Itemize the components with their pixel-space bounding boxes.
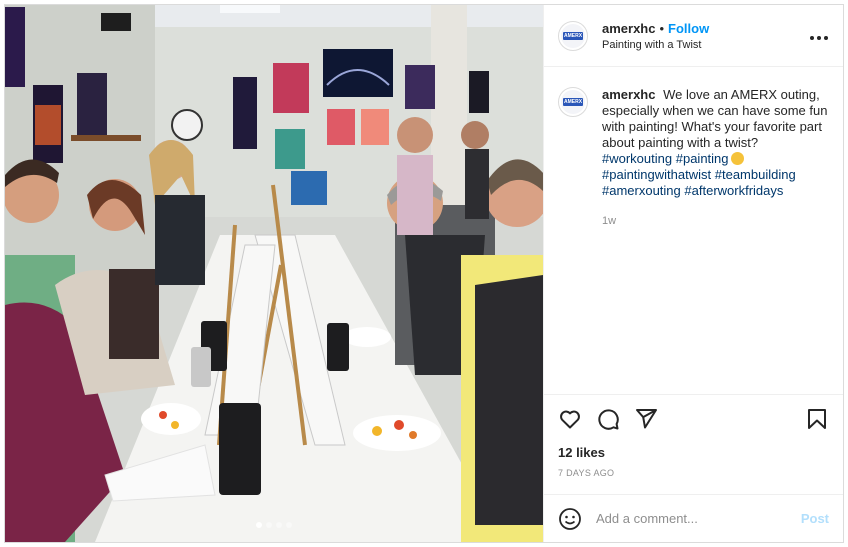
hashtag-link[interactable]: #workouting: [602, 151, 672, 166]
action-bar: [558, 403, 829, 435]
painting-class-photo: [5, 5, 543, 542]
avatar-logo-text: AMERX: [562, 98, 584, 106]
hashtag-link[interactable]: #teambuilding: [715, 167, 796, 182]
smiley-emoji: [730, 152, 744, 165]
smiley-icon[interactable]: [558, 507, 582, 531]
likes-count[interactable]: 12 likes: [558, 445, 829, 460]
caption-time-ago[interactable]: 1w: [602, 213, 829, 229]
post-header: AMERX amerxhc • Follow Painting with a T…: [544, 5, 843, 67]
hashtag-link[interactable]: #amerxouting: [602, 183, 681, 198]
hashtag-link[interactable]: #afterworkfridays: [684, 183, 783, 198]
actions-section: 12 likes 7 DAYS AGO: [544, 394, 843, 494]
separator-dot: •: [659, 20, 665, 36]
instagram-post: AMERX amerxhc • Follow Painting with a T…: [4, 4, 844, 543]
bookmark-icon[interactable]: [805, 407, 829, 431]
avatar[interactable]: AMERX: [558, 87, 588, 117]
comments-area: AMERX amerxhc We love an AMERX outing, e…: [544, 67, 843, 394]
carousel-dot[interactable]: [266, 522, 272, 528]
hashtag-link[interactable]: #paintingwithatwist: [602, 167, 711, 182]
post-details-panel: AMERX amerxhc • Follow Painting with a T…: [543, 5, 843, 542]
more-options-icon[interactable]: [809, 25, 829, 46]
username-link[interactable]: amerxhc: [602, 21, 655, 36]
carousel-indicator: [5, 522, 543, 528]
post-caption: amerxhc We love an AMERX outing, especia…: [602, 87, 829, 394]
comment-input[interactable]: [596, 511, 801, 526]
avatar[interactable]: AMERX: [558, 20, 588, 51]
location-link[interactable]: Painting with a Twist: [602, 39, 809, 51]
carousel-dot[interactable]: [256, 522, 262, 528]
post-comment-button[interactable]: Post: [801, 511, 829, 526]
post-photo[interactable]: [5, 5, 543, 542]
carousel-dot[interactable]: [286, 522, 292, 528]
post-date[interactable]: 7 DAYS AGO: [558, 468, 829, 478]
add-comment-bar: Post: [544, 494, 843, 542]
comment-icon[interactable]: [596, 407, 620, 431]
header-text: amerxhc • Follow Painting with a Twist: [602, 21, 809, 51]
share-icon[interactable]: [634, 407, 658, 431]
caption-username[interactable]: amerxhc: [602, 87, 655, 102]
heart-icon[interactable]: [558, 407, 582, 431]
hashtag-link[interactable]: #painting: [676, 151, 729, 166]
follow-button[interactable]: Follow: [668, 21, 709, 36]
header-row: amerxhc • Follow: [602, 21, 809, 36]
amerx-logo: AMERX: [561, 23, 585, 48]
avatar-logo-text: AMERX: [562, 31, 584, 40]
carousel-dot[interactable]: [276, 522, 282, 528]
amerx-logo: AMERX: [561, 90, 585, 114]
